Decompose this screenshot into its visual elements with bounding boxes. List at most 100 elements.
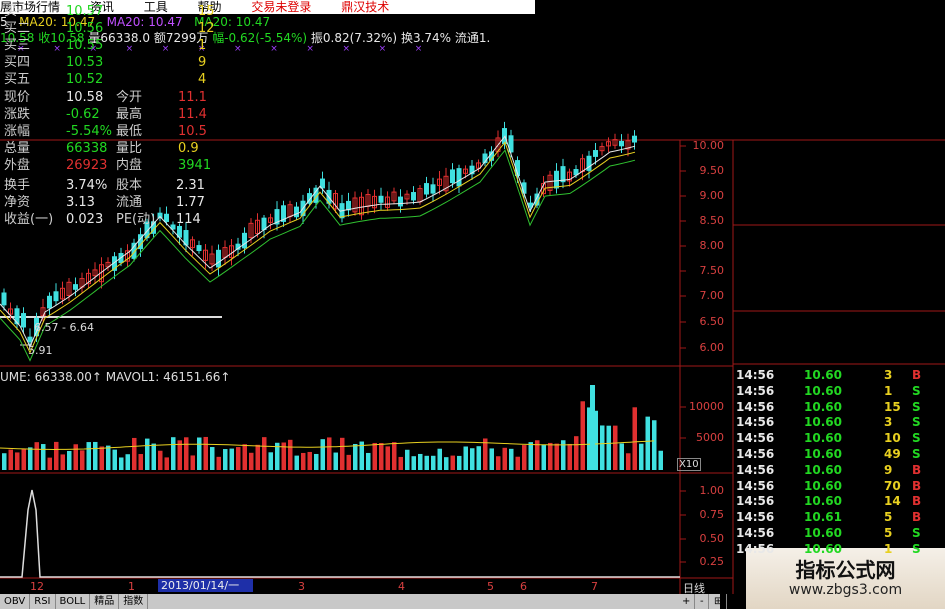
tick-price: 10.60: [804, 462, 842, 477]
quote-label: 今开: [116, 90, 143, 105]
indicator-axis-label: 1.00: [699, 484, 725, 497]
tick-price: 10.60: [804, 526, 842, 540]
tick-price: 10.60: [804, 478, 842, 493]
bid-price: 10.56: [66, 21, 104, 36]
tick-side: S: [912, 526, 921, 540]
x-tick: 7: [591, 580, 598, 593]
tick-row: 14:56 10.60 70 B: [734, 479, 945, 494]
vol-axis-5000: 5000: [696, 431, 724, 444]
quote-label: 涨幅: [4, 124, 31, 139]
tick-volume: 5: [884, 526, 893, 540]
tick-price: 10.61: [804, 510, 842, 525]
info-float: 流通1.: [454, 31, 491, 45]
tick-price: 10.60: [804, 399, 842, 414]
tick-side: S: [912, 447, 921, 461]
tick-volume: 14: [884, 494, 901, 509]
quote-value: 10.58: [66, 90, 104, 105]
zoom-in-button[interactable]: +: [678, 594, 696, 609]
tick-row: 14:56 10.60 3 S: [734, 415, 945, 430]
tick-volume: 1: [884, 383, 893, 398]
x-tick: 3: [298, 580, 305, 593]
fund-label: 净资: [4, 195, 31, 210]
bid-price: 10.53: [66, 55, 104, 70]
fund-value: 2.31: [176, 178, 205, 193]
bid-price: 10.55: [66, 38, 104, 53]
fund-value: 3.13: [66, 195, 95, 210]
quote-label: 涨跌: [4, 107, 31, 122]
volume-multiplier: X10: [677, 458, 701, 471]
tick-time: 14:56: [736, 494, 775, 509]
quote-value: 3941: [178, 158, 212, 173]
tick-volume: 49: [884, 447, 901, 461]
watermark-url: www.zbgs3.com: [788, 582, 903, 598]
fund-value: 0.023: [66, 212, 104, 227]
tick-row: 14:56 10.60 14 B: [734, 494, 945, 509]
quote-value: 66338: [66, 141, 108, 156]
tick-row: 14:56 10.60 5 S: [734, 526, 945, 541]
bid-price: 10.57: [66, 4, 104, 19]
zoom-out-button[interactable]: -: [696, 594, 709, 609]
tick-side: S: [912, 383, 921, 398]
price-axis-label: 6.50: [699, 315, 725, 328]
tab-featured[interactable]: 精品: [90, 594, 120, 609]
tab-index[interactable]: 指数: [119, 594, 149, 609]
bid-volume: 1: [198, 38, 207, 53]
tick-price: 10.60: [804, 383, 842, 398]
bid-label: 买一: [4, 4, 31, 19]
quote-label: 总量: [4, 141, 31, 156]
indicator-axis-label: 0.75: [699, 508, 725, 521]
stock-name: 鼎汉技术: [341, 0, 390, 14]
tick-row: 14:56 10.60 3 B: [734, 368, 945, 383]
tick-time: 14:56: [736, 415, 775, 430]
tick-row: 14:56 10.61 5 B: [734, 510, 945, 525]
tick-volume: 10: [884, 431, 901, 446]
indicator-spike: [0, 489, 680, 578]
tick-volume: 15: [884, 399, 901, 414]
tick-volume: 9: [884, 462, 893, 477]
info-turnover: 换3.74%: [400, 31, 452, 45]
tick-row: 14:56 10.60 49 S: [734, 447, 945, 462]
quote-row: 净资 3.13 流通 1.77: [0, 195, 211, 211]
quote-label: 最低: [116, 124, 143, 139]
bid-label: 买二: [4, 21, 31, 36]
fund-label: 流通: [116, 195, 143, 210]
info-change: 幅-0.62(-5.54%): [212, 31, 308, 45]
tick-row: 14:56 10.60 9 B: [734, 463, 945, 478]
vol-axis-10000: 10000: [689, 400, 724, 413]
fund-label: 收益(一): [4, 212, 54, 227]
quote-label: 最高: [116, 107, 143, 122]
tick-side: S: [912, 399, 921, 414]
tick-side: B: [912, 478, 922, 493]
quote-value: -5.54%: [66, 124, 112, 139]
quote-value: 10.5: [178, 124, 207, 139]
layout-button[interactable]: ⊞: [710, 594, 728, 609]
date-cursor-box: 2013/01/14/一: [158, 579, 253, 592]
tick-volume: 1: [884, 541, 893, 556]
low-price-label: 5.91: [28, 344, 53, 357]
tick-side: S: [912, 541, 921, 556]
quote-label: 内盘: [116, 158, 143, 173]
price-axis-label: 7.50: [699, 264, 725, 277]
tick-time: 14:56: [736, 399, 775, 414]
tab-boll[interactable]: BOLL: [56, 594, 91, 609]
quote-row: 外盘 26923 内盘 3941: [0, 158, 211, 174]
indicator-tabs: OBV RSI BOLL 精品 指数 + - ⊞: [0, 594, 728, 609]
quote-value: 26923: [66, 158, 108, 173]
volume-legend: UME: 66338.00↑ MAVOL1: 46151.66↑: [0, 370, 231, 384]
tick-time: 14:56: [736, 447, 775, 461]
x-tick: 12: [30, 580, 44, 593]
bid-price: 10.52: [66, 72, 104, 87]
tab-obv[interactable]: OBV: [0, 594, 31, 609]
indicator-axis-label: 0.25: [699, 555, 725, 568]
login-status[interactable]: 交易未登录: [251, 0, 311, 14]
tab-rsi[interactable]: RSI: [30, 594, 56, 609]
price-axis-label: 10.00: [692, 139, 725, 152]
tick-side: S: [912, 431, 921, 446]
info-amplitude: 振0.82(7.32%): [310, 31, 398, 45]
x-tick: 4: [398, 580, 405, 593]
tick-row: 14:56 10.60 1 S: [734, 384, 945, 399]
quote-value: 0.9: [178, 141, 199, 156]
fund-label: 换手: [4, 178, 31, 193]
watermark-title: 指标公式网: [795, 558, 896, 582]
tick-time: 14:56: [736, 510, 775, 525]
